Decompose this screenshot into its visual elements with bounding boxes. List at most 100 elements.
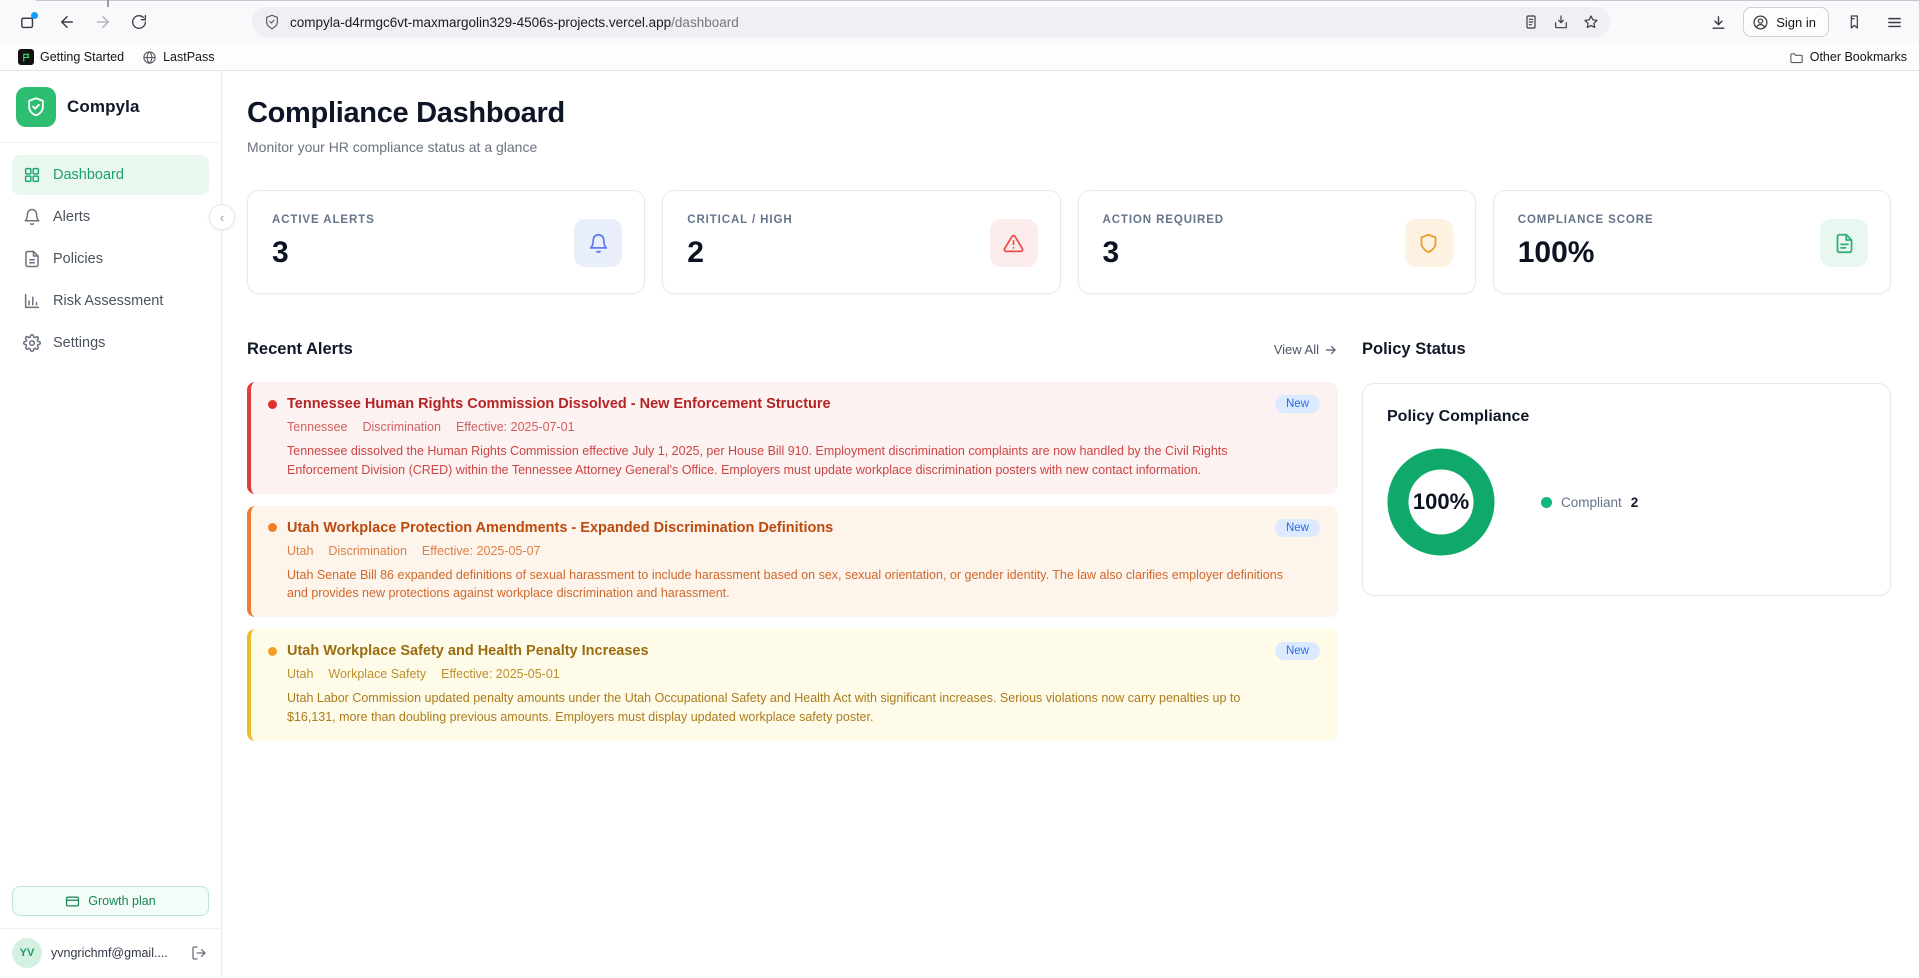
view-all-link[interactable]: View All <box>1274 342 1338 357</box>
sidebar-item-label: Alerts <box>53 209 91 225</box>
grid-icon <box>24 167 40 183</box>
bell-icon <box>24 208 40 226</box>
severity-dot <box>268 399 277 409</box>
sidebar-item-label: Dashboard <box>53 167 124 183</box>
save-page-icon[interactable] <box>1548 9 1574 35</box>
sign-in-label: Sign in <box>1776 14 1816 30</box>
view-all-label: View All <box>1273 342 1319 357</box>
logout-icon[interactable] <box>191 945 207 961</box>
alert-triangle-icon <box>989 219 1038 267</box>
sidebar-item-settings[interactable]: Settings <box>12 323 209 363</box>
brand-name: Compyla <box>67 97 140 116</box>
sidebar-collapse-button[interactable]: ‹ <box>209 204 235 230</box>
sidebar-item-policies[interactable]: Policies <box>12 239 209 279</box>
tab-strip-edge <box>107 0 109 7</box>
url-path: /dashboard <box>671 14 739 30</box>
extension-icon[interactable] <box>1839 7 1869 37</box>
url-bar[interactable]: compyla-d4rmgc6vt-maxmargolin329-4506s-p… <box>252 7 1610 37</box>
alert-card[interactable]: Tennessee Human Rights Commission Dissol… <box>247 382 1338 494</box>
sidebar-item-label: Risk Assessment <box>53 293 164 309</box>
bookmark-label: LastPass <box>163 50 215 64</box>
file-text-icon <box>1820 219 1868 267</box>
legend-label: Compliant <box>1561 494 1622 510</box>
stat-label: CRITICAL / HIGH <box>687 214 793 226</box>
stat-label: COMPLIANCE SCORE <box>1517 214 1654 226</box>
gear-icon <box>23 334 41 352</box>
firefox-view-icon[interactable] <box>12 7 42 37</box>
sign-in-button[interactable]: Sign in <box>1743 7 1829 37</box>
alert-card[interactable]: Utah Workplace Protection Amendments - E… <box>247 505 1338 617</box>
sidebar-item-dashboard[interactable]: Dashboard <box>12 155 209 195</box>
sidebar-item-label: Policies <box>53 251 103 267</box>
alert-meta: Tennessee Discrimination Effective: 2025… <box>268 420 1320 434</box>
alert-title: Tennessee Human Rights Commission Dissol… <box>287 396 831 412</box>
account-icon <box>1753 14 1768 30</box>
alert-description: Utah Senate Bill 86 expanded definitions… <box>287 567 1283 601</box>
alert-effective-date: Effective: 2025-07-01 <box>455 420 575 434</box>
shield-permissions-icon[interactable] <box>264 14 280 30</box>
alert-meta: Utah Workplace Safety Effective: 2025-05… <box>268 667 1320 681</box>
policy-compliance-card: Policy Compliance 100% Compliant 2 <box>1362 383 1891 596</box>
bookmark-getting-started[interactable]: Getting Started <box>12 47 130 67</box>
alert-card[interactable]: Utah Workplace Safety and Health Penalty… <box>247 629 1338 741</box>
stat-card-active-alerts: ACTIVE ALERTS 3 <box>247 190 646 294</box>
policy-card-title: Policy Compliance <box>1387 408 1530 425</box>
legend-value: 2 <box>1630 494 1639 510</box>
user-row[interactable]: YV yvngrichmf@gmail.... <box>0 928 221 978</box>
legend-dot <box>1541 496 1552 508</box>
alert-category: Discrimination <box>362 420 441 434</box>
sidebar-item-alerts[interactable]: Alerts <box>12 197 209 237</box>
sidebar-item-risk-assessment[interactable]: Risk Assessment <box>12 281 209 321</box>
other-bookmarks[interactable]: Other Bookmarks <box>1789 50 1907 65</box>
main-content: Compliance Dashboard Monitor your HR com… <box>222 71 1919 978</box>
compyla-logo-icon <box>16 87 56 127</box>
reader-view-icon[interactable] <box>1518 9 1544 35</box>
bookmark-lastpass[interactable]: LastPass <box>136 48 220 67</box>
folder-icon <box>1790 52 1803 63</box>
menu-icon[interactable] <box>1879 7 1909 37</box>
severity-dot <box>268 646 277 656</box>
sidebar-item-label: Settings <box>53 335 106 351</box>
url-host: compyla-d4rmgc6vt-maxmargolin329-4506s-p… <box>290 14 672 30</box>
bookmarks-bar: Getting Started LastPass Other Bookmarks <box>0 44 1919 71</box>
compliance-donut-chart: 100% <box>1387 448 1495 556</box>
alert-category: Discrimination <box>328 543 407 558</box>
bell-icon <box>574 219 623 267</box>
alert-category: Workplace Safety <box>328 667 427 681</box>
stat-value: 3 <box>272 236 289 269</box>
growth-plan-button[interactable]: Growth plan <box>12 886 209 916</box>
alert-state: Tennessee <box>287 420 348 434</box>
user-email: yvngrichmf@gmail.... <box>51 946 168 960</box>
sidebar-nav: Dashboard Alerts Policies Risk Assessmen… <box>0 143 221 363</box>
page-subtitle: Monitor your HR compliance status at a g… <box>247 139 538 155</box>
notification-dot <box>31 12 38 19</box>
stat-value: 3 <box>1102 236 1120 269</box>
stat-label: ACTION REQUIRED <box>1102 214 1224 226</box>
donut-percent: 100% <box>1412 489 1470 514</box>
recent-alerts-section: Recent Alerts View All Tennessee Human R… <box>247 340 1338 753</box>
policy-status-section: Policy Status Policy Compliance 100% Com… <box>1362 340 1891 596</box>
growth-plan-label: Growth plan <box>88 894 156 908</box>
other-bookmarks-label: Other Bookmarks <box>1809 50 1907 64</box>
sidebar: Compyla Dashboard Alerts Policies Risk A… <box>0 71 222 978</box>
downloads-icon[interactable] <box>1703 7 1733 37</box>
alert-state: Utah <box>287 667 314 681</box>
arrow-right-icon <box>1325 345 1336 354</box>
getting-started-favicon <box>18 49 34 65</box>
forward-icon[interactable] <box>88 7 118 37</box>
new-badge: New <box>1274 395 1320 413</box>
alert-state: Utah <box>287 543 314 558</box>
page-title: Compliance Dashboard <box>247 97 565 129</box>
new-badge: New <box>1274 518 1320 537</box>
stat-value: 100% <box>1517 236 1595 269</box>
bar-chart-icon <box>24 293 40 309</box>
alert-description: Tennessee dissolved the Human Rights Com… <box>287 444 1228 477</box>
bookmark-star-icon[interactable] <box>1578 9 1604 35</box>
alert-effective-date: Effective: 2025-05-01 <box>441 667 560 681</box>
legend-compliant: Compliant 2 <box>1541 495 1638 510</box>
globe-icon <box>143 50 156 64</box>
alert-title: Utah Workplace Protection Amendments - E… <box>287 519 834 536</box>
back-icon[interactable] <box>52 7 82 37</box>
reload-icon[interactable] <box>124 7 154 37</box>
alert-description: Utah Labor Commission updated penalty am… <box>287 691 1241 724</box>
